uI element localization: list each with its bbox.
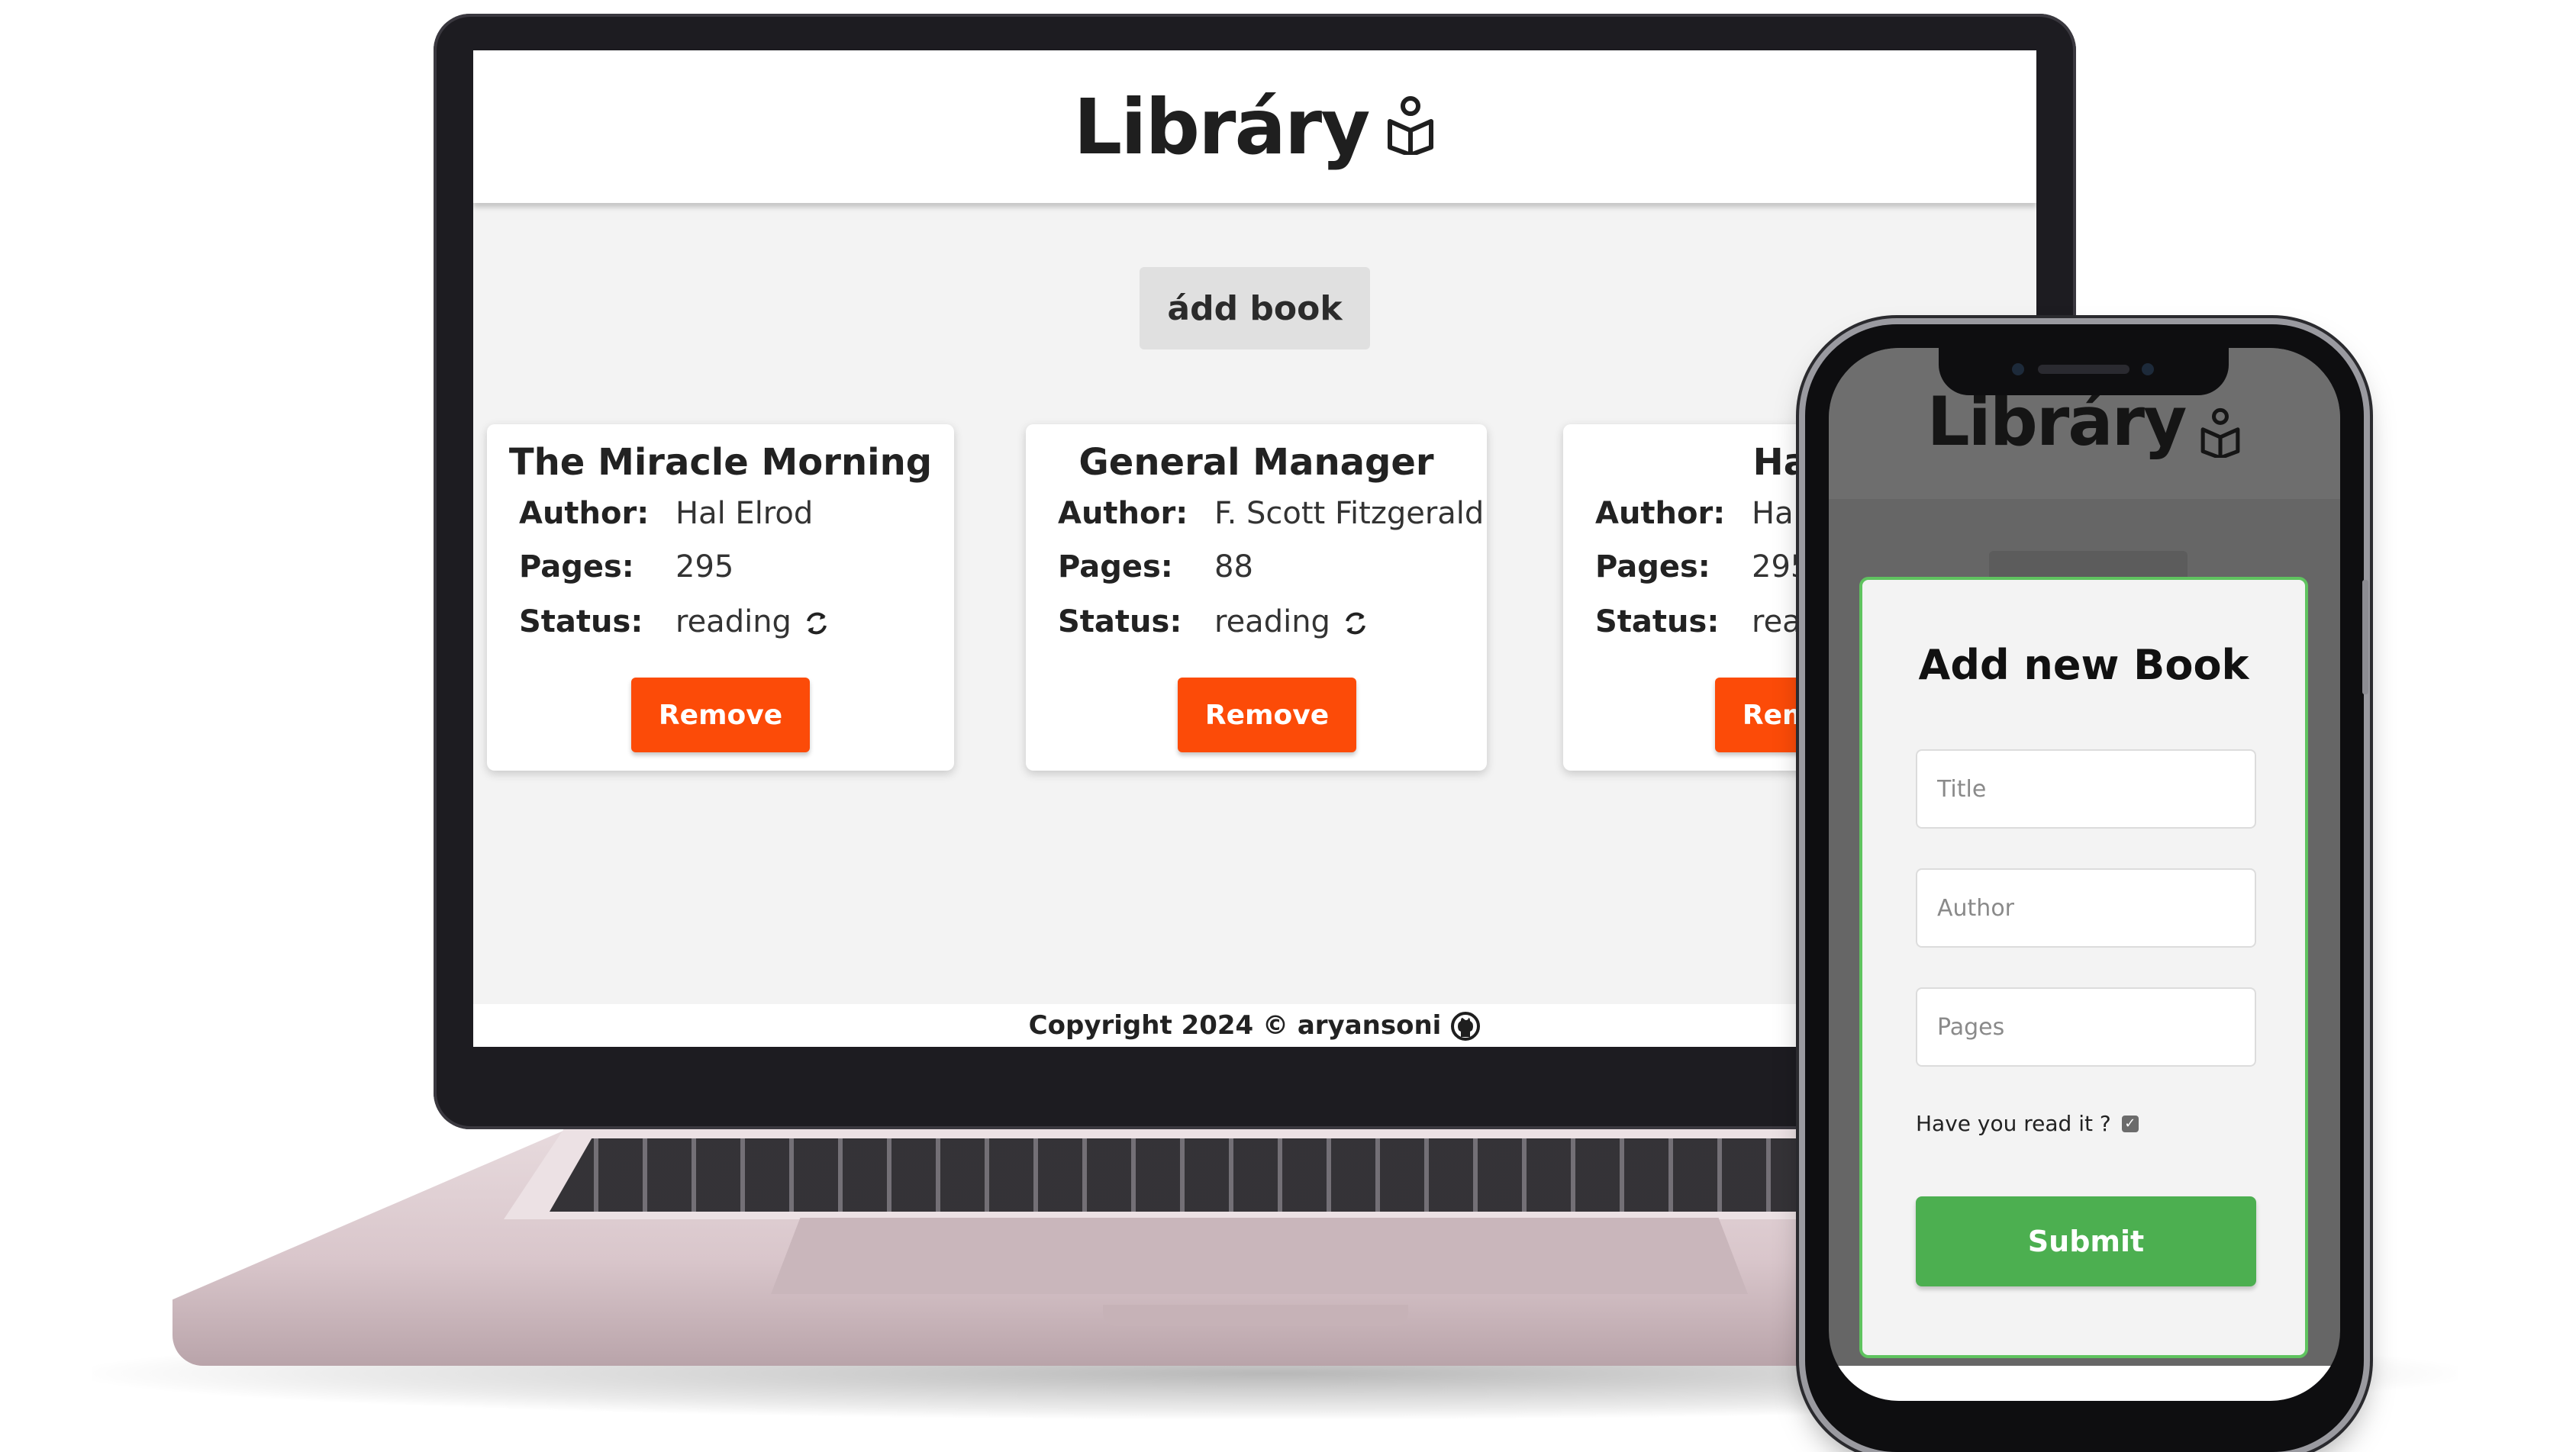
github-icon[interactable]: [1450, 1009, 1481, 1042]
refresh-icon[interactable]: [801, 604, 832, 639]
refresh-icon[interactable]: [1340, 604, 1371, 639]
modal-heading: Add new Book: [1918, 641, 2249, 689]
status-value[interactable]: reading: [1214, 604, 1371, 639]
footer-text: Copyright 2024 © aryansoni: [1028, 1010, 1442, 1041]
status-text: reading: [675, 604, 791, 639]
title-input[interactable]: [1916, 749, 2256, 829]
pages-value: 88: [1214, 549, 1253, 584]
keyboard: [550, 1138, 1954, 1212]
pages-input[interactable]: [1916, 987, 2256, 1067]
status-value[interactable]: reading: [675, 604, 832, 639]
status-value: rea: [1752, 604, 1801, 639]
status-label: Status:: [1595, 604, 1720, 639]
submit-button[interactable]: Submit: [1916, 1196, 2256, 1286]
book-card: General Manager Author: F. Scott Fitzger…: [1026, 424, 1487, 771]
author-value: F. Scott Fitzgerald: [1214, 496, 1485, 531]
author-value: Hal: [1752, 496, 1802, 531]
trackpad: [771, 1218, 1748, 1294]
book-reader-icon: [2199, 407, 2242, 461]
book-title: General Manager: [1078, 441, 1434, 484]
phone-screen: Libráry Add new Book Have you read it ? …: [1829, 348, 2340, 1401]
author-value: Hal Elrod: [675, 496, 814, 531]
add-book-modal: Add new Book Have you read it ? ✓ Submit: [1859, 577, 2308, 1358]
laptop-screen: Libráry ádd book The Miracle Morning Aut…: [473, 50, 2036, 1047]
read-row: Have you read it ? ✓: [1916, 1111, 2139, 1136]
author-input[interactable]: [1916, 868, 2256, 948]
remove-button[interactable]: Remove: [1178, 678, 1356, 752]
add-book-button[interactable]: ádd book: [1140, 267, 1370, 349]
phone-bottom-bar: [1829, 1366, 2340, 1401]
pages-value: 295: [1752, 549, 1810, 584]
camera-icon: [2012, 363, 2024, 375]
laptop-lip: [1103, 1305, 1408, 1326]
read-checkbox[interactable]: ✓: [2121, 1115, 2139, 1132]
speaker-icon: [2038, 365, 2129, 374]
site-footer: Copyright 2024 © aryansoni: [473, 1004, 2036, 1047]
remove-button[interactable]: Remove: [631, 678, 810, 752]
book-card: The Miracle Morning Author: Hal Elrod Pa…: [487, 424, 954, 771]
book-reader-icon: [1385, 95, 1436, 158]
phone-side-button: [2362, 580, 2368, 694]
author-label: Author:: [519, 496, 650, 531]
sensor-icon: [2142, 363, 2154, 375]
pages-label: Pages:: [1595, 549, 1710, 584]
status-label: Status:: [519, 604, 643, 639]
site-title: Libráry: [1073, 82, 1371, 172]
read-question: Have you read it ?: [1916, 1111, 2111, 1136]
phone-notch: [1939, 348, 2229, 395]
site-header: Libráry: [473, 50, 2036, 203]
status-label: Status:: [1058, 604, 1182, 639]
status-text: reading: [1214, 604, 1330, 639]
author-label: Author:: [1058, 496, 1188, 531]
author-label: Author:: [1595, 496, 1726, 531]
pages-label: Pages:: [519, 549, 634, 584]
pages-label: Pages:: [1058, 549, 1173, 584]
pages-value: 295: [675, 549, 734, 584]
book-title: The Miracle Morning: [508, 441, 933, 484]
